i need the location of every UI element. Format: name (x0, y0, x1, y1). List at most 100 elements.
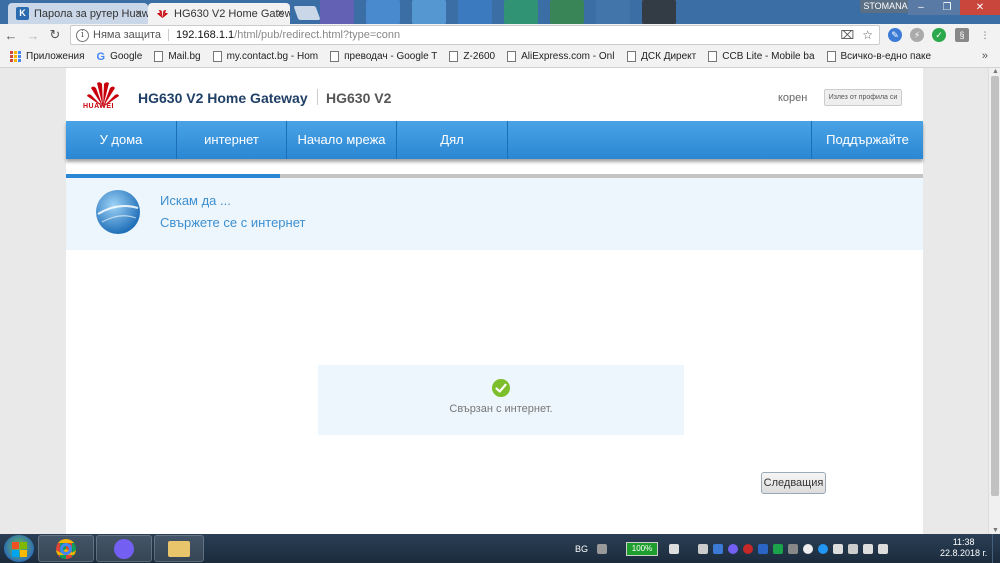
sync-icon[interactable] (818, 543, 829, 554)
maximize-icon[interactable]: ❐ (934, 0, 960, 15)
bookmark-star-icon[interactable]: ☆ (862, 28, 873, 42)
circle-icon[interactable] (803, 543, 814, 554)
url-host: 192.168.1.1 (176, 29, 235, 41)
bookmark-z2600[interactable]: Z-2600 (449, 51, 495, 62)
security-label: Няма защита (93, 29, 170, 41)
bookmark-google[interactable]: G Google (97, 51, 143, 63)
chrome-icon (56, 538, 76, 559)
windows-taskbar: BG 100% 11:38 22.8.2018 г. (0, 534, 1000, 563)
bookmark-mailbg[interactable]: Mail.bg (154, 51, 201, 62)
success-check-icon (492, 379, 510, 397)
window-controls: – ❐ ✕ (908, 0, 1000, 15)
logout-button[interactable]: Излез от профила си (824, 89, 902, 106)
bookmark-apps[interactable]: Приложения (10, 51, 85, 62)
apps-icon (10, 51, 21, 62)
taskbar-explorer[interactable] (154, 535, 204, 562)
close-tab-icon[interactable]: × (135, 6, 142, 20)
menu-share[interactable]: Дял (397, 121, 508, 159)
taskbar-viber[interactable] (96, 535, 152, 562)
keyboard-icon[interactable] (597, 543, 608, 554)
wizard-subtitle: Свържете се с интернет (160, 215, 306, 230)
wizard-header: Искам да ... Свържете се с интернет (66, 178, 923, 250)
device-icon[interactable] (669, 543, 680, 554)
taskbar-chrome[interactable] (38, 535, 94, 562)
page-viewport: HUAWEI HG630 V2 Home Gateway HG630 V2 ко… (0, 68, 988, 534)
next-button[interactable]: Следващия (761, 472, 826, 494)
tab-title: Парола за рутер Huawei (34, 7, 148, 20)
page-scrollbar[interactable]: ▲ ▼ (988, 68, 1000, 534)
reload-icon[interactable]: ↻ (44, 27, 66, 43)
scrollbar-thumb[interactable] (991, 76, 999, 496)
bluetooth-icon[interactable] (758, 543, 769, 554)
gauge-icon[interactable] (788, 543, 799, 554)
forward-arrow-icon[interactable]: → (22, 28, 44, 43)
extension-pin-icon[interactable]: ✎ (888, 28, 902, 42)
bookmark-ccb[interactable]: CCB Lite - Mobile ba (708, 51, 815, 62)
menu-home[interactable]: У дома (66, 121, 177, 159)
folder-icon (168, 540, 190, 557)
viber-tray-icon[interactable] (728, 543, 739, 554)
browser-toolbar: ← → ↻ i Няма защита 192.168.1.1 /html/pu… (0, 24, 1000, 46)
language-indicator[interactable]: BG (575, 544, 588, 554)
minimize-icon[interactable]: – (908, 0, 934, 15)
screen-icon[interactable] (848, 543, 859, 554)
system-tray: BG 100% (575, 534, 889, 563)
shield-icon[interactable] (713, 543, 724, 554)
url-path: /html/pub/redirect.html?type=conn (234, 29, 401, 41)
google-icon: G (96, 50, 106, 63)
back-arrow-icon[interactable]: ← (0, 28, 22, 43)
page-icon (826, 51, 836, 62)
scroll-up-icon[interactable]: ▲ (992, 68, 999, 75)
router-page: HUAWEI HG630 V2 Home Gateway HG630 V2 ко… (66, 68, 923, 534)
page-title: HG630 V2 Home Gateway (138, 90, 308, 106)
bookmark-dsk[interactable]: ДСК Директ (627, 51, 696, 62)
page-icon (708, 51, 718, 62)
title-divider (317, 89, 318, 105)
tab-hg630-gateway[interactable]: HG630 V2 Home Gateway × (148, 3, 290, 24)
more-bookmarks-icon[interactable]: » (982, 50, 988, 62)
battery-indicator[interactable]: 100% (626, 541, 659, 556)
bookmark-mycontact[interactable]: my.contact.bg - Hom (212, 51, 318, 62)
main-menu: У дома интернет Начало мрежа Дял Поддърж… (66, 121, 923, 159)
bookmarks-bar: Приложения G Google Mail.bg my.contact.b… (0, 46, 1000, 68)
page-icon (154, 51, 164, 62)
tray-app-icon[interactable] (698, 543, 709, 554)
page-icon (212, 51, 222, 62)
page-icon (627, 51, 637, 62)
taskbar-clock[interactable]: 11:38 22.8.2018 г. (940, 537, 987, 559)
menu-dots-icon[interactable]: ⋮ (978, 28, 992, 42)
scroll-down-icon[interactable]: ▼ (992, 527, 999, 534)
clock-time: 11:38 (952, 537, 975, 547)
windows-start-button[interactable] (4, 535, 34, 562)
router-header: HUAWEI HG630 V2 Home Gateway HG630 V2 ко… (66, 68, 923, 121)
flag-icon[interactable] (833, 543, 844, 554)
menu-maintain[interactable]: Поддържайте (811, 121, 923, 159)
globe-icon (96, 190, 140, 234)
show-desktop-button[interactable] (992, 534, 1000, 563)
model-name: HG630 V2 (326, 90, 392, 106)
tab-router-password[interactable]: K Парола за рутер Huawei × (8, 3, 148, 24)
extension-check-icon[interactable]: ✓ (932, 28, 946, 42)
page-icon (449, 51, 459, 62)
volume-icon[interactable] (878, 543, 889, 554)
bookmark-aliexpress[interactable]: AliExpress.com - Onli (507, 51, 615, 62)
signal-icon[interactable] (863, 543, 874, 554)
window-close-icon[interactable]: ✕ (960, 0, 1000, 15)
tab-title: HG630 V2 Home Gateway (174, 7, 290, 20)
address-bar[interactable]: i Няма защита 192.168.1.1 /html/pub/redi… (70, 25, 880, 45)
connection-status-box: Свързан с интернет. (318, 365, 684, 435)
menu-home-network[interactable]: Начало мрежа (287, 121, 397, 159)
page-icon (330, 51, 340, 62)
wifi-icon[interactable] (773, 543, 784, 554)
bookmark-translator[interactable]: преводач - Google T (330, 51, 437, 62)
close-tab-icon[interactable]: × (277, 6, 284, 20)
menu-internet[interactable]: интернет (177, 121, 287, 159)
translate-icon[interactable]: ⌧ (840, 28, 854, 42)
record-icon[interactable] (743, 543, 754, 554)
info-icon[interactable]: i (76, 28, 89, 42)
user-name: корен (778, 92, 808, 104)
extension-bolt-icon[interactable]: ⚡ (910, 28, 924, 42)
bookmark-all-in-one[interactable]: Всичко-в-едно паке (826, 51, 931, 62)
new-tab-button[interactable] (293, 6, 321, 20)
extension-box-icon[interactable]: § (955, 28, 969, 42)
